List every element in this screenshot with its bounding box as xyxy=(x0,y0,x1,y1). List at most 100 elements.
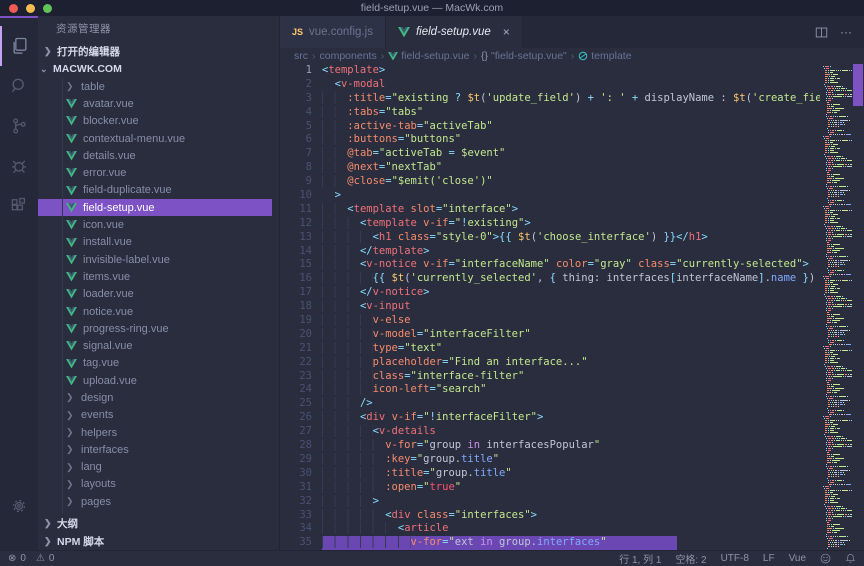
breadcrumb-item-3[interactable]: {}"field-setup.vue" xyxy=(481,50,567,62)
code-line-12[interactable]: <template v-if="!existing"> xyxy=(322,217,820,231)
zoom-window-button[interactable] xyxy=(43,4,52,13)
tree-folder-lang[interactable]: ❯lang xyxy=(38,459,279,476)
code-line-29[interactable]: :key="group.title" xyxy=(322,453,820,467)
code-line-18[interactable]: <v-input xyxy=(322,300,820,314)
activity-search-icon[interactable] xyxy=(0,66,38,106)
minimap-line xyxy=(823,168,850,169)
tree-folder-pages[interactable]: ❯pages xyxy=(38,493,279,510)
code-line-27[interactable]: <v-details xyxy=(322,425,820,439)
open-editors-section[interactable]: ❯ 打开的编辑器 xyxy=(38,42,279,60)
code-line-33[interactable]: <div class="interfaces"> xyxy=(322,509,820,523)
code-line-32[interactable]: > xyxy=(322,495,820,509)
tree-file-loader-vue[interactable]: loader.vue xyxy=(38,286,279,303)
code-line-11[interactable]: <template slot="interface"> xyxy=(322,203,820,217)
code-line-25[interactable]: /> xyxy=(322,397,820,411)
code-line-24[interactable]: icon-left="search" xyxy=(322,383,820,397)
tree-file-field-setup-vue[interactable]: field-setup.vue xyxy=(38,199,272,216)
activity-extensions-icon[interactable] xyxy=(0,186,38,226)
tree-file-avatar-vue[interactable]: avatar.vue xyxy=(38,95,279,112)
breadcrumb-item-4[interactable]: template xyxy=(578,50,631,62)
tree-file-install-vue[interactable]: install.vue xyxy=(38,234,279,251)
code-line-16[interactable]: {{ $t('currently_selected', { thing: int… xyxy=(322,272,820,286)
breadcrumb-item-1[interactable]: components xyxy=(320,50,377,62)
tree-folder-design[interactable]: ❯design xyxy=(38,389,279,406)
code-line-4[interactable]: :tabs="tabs" xyxy=(322,106,820,120)
tree-file-blocker-vue[interactable]: blocker.vue xyxy=(38,113,279,130)
close-tab-icon[interactable]: × xyxy=(503,25,510,39)
code-line-14[interactable]: </template> xyxy=(322,245,820,259)
warning-icon: ⚠ xyxy=(36,553,45,564)
scrollbar-thumb[interactable] xyxy=(853,64,863,106)
activity-debug-icon[interactable] xyxy=(0,146,38,186)
vertical-scrollbar[interactable] xyxy=(852,64,864,550)
tree-file-notice-vue[interactable]: notice.vue xyxy=(38,303,279,320)
code-line-15[interactable]: <v-notice v-if="interfaceName" color="gr… xyxy=(322,258,820,272)
code-line-10[interactable]: > xyxy=(322,189,820,203)
minimap[interactable] xyxy=(820,64,852,550)
code-editor[interactable]: 1234567891011121314151617181920212223242… xyxy=(280,64,864,550)
code-line-3[interactable]: :title="existing ? $t('update_field') + … xyxy=(322,92,820,106)
code-line-35[interactable]: v-for="ext in group.interfaces" xyxy=(322,536,820,550)
activity-source-control-icon[interactable] xyxy=(0,106,38,146)
minimap-line xyxy=(823,548,850,549)
tree-file-progress-ring-vue[interactable]: progress-ring.vue xyxy=(38,320,279,337)
code-line-8[interactable]: @next="nextTab" xyxy=(322,161,820,175)
tree-file-upload-vue[interactable]: upload.vue xyxy=(38,372,279,389)
close-window-button[interactable] xyxy=(9,4,18,13)
outline-section[interactable]: ❯ 大纲 xyxy=(38,514,279,532)
code-line-17[interactable]: </v-notice> xyxy=(322,286,820,300)
tree-file-signal-vue[interactable]: signal.vue xyxy=(38,337,279,354)
code-line-6[interactable]: :buttons="buttons" xyxy=(322,133,820,147)
tree-folder-layouts[interactable]: ❯layouts xyxy=(38,476,279,493)
code-line-20[interactable]: v-model="interfaceFilter" xyxy=(322,328,820,342)
breadcrumb-item-0[interactable]: src xyxy=(294,50,308,62)
code-line-26[interactable]: <div v-if="!interfaceFilter"> xyxy=(322,411,820,425)
encoding-setting[interactable]: UTF-8 xyxy=(721,553,749,564)
tree-file-items-vue[interactable]: items.vue xyxy=(38,268,279,285)
code-line-13[interactable]: <h1 class="style-0">{{ $t('choose_interf… xyxy=(322,231,820,245)
tab-vue-config-js[interactable]: JSvue.config.js xyxy=(280,16,386,48)
code-line-21[interactable]: type="text" xyxy=(322,342,820,356)
language-mode[interactable]: Vue xyxy=(789,553,806,564)
code-line-28[interactable]: v-for="group in interfacesPopular" xyxy=(322,439,820,453)
tree-file-icon-vue[interactable]: icon.vue xyxy=(38,216,279,233)
code-line-9[interactable]: @close="$emit('close')" xyxy=(322,175,820,189)
problems-indicator[interactable]: ⊗ 0 ⚠ 0 xyxy=(8,553,54,564)
tree-folder-table[interactable]: ❯table xyxy=(38,78,279,95)
more-actions-icon[interactable]: ··· xyxy=(840,25,852,39)
code-line-30[interactable]: :title="group.title" xyxy=(322,467,820,481)
tree-file-details-vue[interactable]: details.vue xyxy=(38,147,279,164)
tree-file-error-vue[interactable]: error.vue xyxy=(38,164,279,181)
notifications-bell-icon[interactable] xyxy=(845,553,856,564)
activity-explorer-icon[interactable] xyxy=(0,26,38,66)
code-line-22[interactable]: placeholder="Find an interface..." xyxy=(322,356,820,370)
tree-folder-helpers[interactable]: ❯helpers xyxy=(38,424,279,441)
indentation-setting[interactable]: 空格: 2 xyxy=(675,551,706,566)
project-root-section[interactable]: ⌄ MACWK.COM xyxy=(38,60,279,78)
code-line-5[interactable]: :active-tab="activeTab" xyxy=(322,120,820,134)
eol-setting[interactable]: LF xyxy=(763,553,775,564)
breadcrumb-item-2[interactable]: field-setup.vue xyxy=(388,50,469,62)
code-line-34[interactable]: <article xyxy=(322,522,820,536)
tree-folder-events[interactable]: ❯events xyxy=(38,407,279,424)
cursor-position[interactable]: 行 1, 列 1 xyxy=(619,551,661,566)
code-line-1[interactable]: <template> xyxy=(322,64,820,78)
code-line-7[interactable]: @tab="activeTab = $event" xyxy=(322,147,820,161)
minimize-window-button[interactable] xyxy=(26,4,35,13)
line-number: 25 xyxy=(280,397,312,411)
code-line-2[interactable]: <v-modal xyxy=(322,78,820,92)
tree-file-contextual-menu-vue[interactable]: contextual-menu.vue xyxy=(38,130,279,147)
activity-settings-gear-icon[interactable] xyxy=(0,486,38,526)
code-content[interactable]: <template> <v-modal :title="existing ? $… xyxy=(322,64,820,550)
code-line-23[interactable]: class="interface-filter" xyxy=(322,370,820,384)
tree-folder-interfaces[interactable]: ❯interfaces xyxy=(38,441,279,458)
feedback-smiley-icon[interactable] xyxy=(820,553,831,564)
code-line-31[interactable]: :open="true" xyxy=(322,481,820,495)
tab-field-setup-vue[interactable]: field-setup.vue× xyxy=(386,16,523,48)
split-editor-icon[interactable] xyxy=(815,26,828,39)
code-line-19[interactable]: v-else xyxy=(322,314,820,328)
tree-file-field-duplicate-vue[interactable]: field-duplicate.vue xyxy=(38,182,279,199)
tree-file-invisible-label-vue[interactable]: invisible-label.vue xyxy=(38,251,279,268)
npm-scripts-section[interactable]: ❯ NPM 脚本 xyxy=(38,532,279,550)
tree-file-tag-vue[interactable]: tag.vue xyxy=(38,355,279,372)
